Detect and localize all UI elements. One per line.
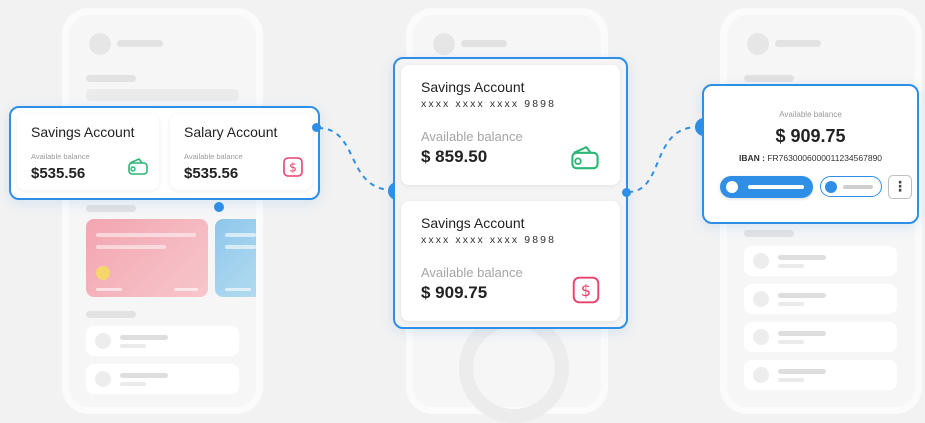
masked-card-number: xxxx xxxx xxxx 9898 — [421, 234, 557, 246]
account-title: Savings Account — [421, 79, 525, 95]
account-card-savings-1[interactable]: Savings Account xxxx xxxx xxxx 9898 Avai… — [401, 65, 620, 185]
account-card-salary[interactable]: Salary Account Available balance $535.56… — [170, 114, 312, 190]
available-balance-label: Available balance — [421, 129, 523, 144]
dollar-icon: $ — [282, 156, 304, 183]
available-balance-label: Available balance — [184, 152, 243, 161]
account-detail-panel: Available balance $ 909.75 IBAN : FR7630… — [702, 84, 919, 224]
wallet-icon — [569, 143, 601, 176]
more-vertical-icon[interactable]: ⋮ — [888, 175, 912, 199]
iban-value: FR7630006000011234567890 — [767, 153, 883, 163]
available-balance-label: Available balance — [31, 152, 90, 161]
account-card-savings[interactable]: Savings Account Available balance $535.5… — [17, 114, 159, 190]
iban-line: IBAN : FR7630006000011234567890 — [704, 153, 917, 163]
masked-card-number: xxxx xxxx xxxx 9898 — [421, 98, 557, 110]
account-title: Salary Account — [184, 124, 278, 140]
balance-amount: $535.56 — [31, 165, 86, 182]
available-balance-label: Available balance — [779, 110, 842, 119]
account-toggle-active[interactable] — [720, 176, 813, 198]
wallet-icon — [127, 156, 149, 181]
connector-start-dot — [622, 188, 631, 197]
account-toggle-inactive[interactable] — [820, 176, 882, 197]
accounts-list-panel: Savings Account xxxx xxxx xxxx 9898 Avai… — [393, 57, 628, 329]
connector-left-to-middle — [317, 127, 394, 191]
balance-amount: $535.56 — [184, 165, 239, 182]
connector-middle-to-right — [627, 126, 699, 193]
accounts-carousel-panel: Savings Account Available balance $535.5… — [9, 106, 320, 200]
account-title: Savings Account — [31, 124, 135, 140]
balance-amount: $ 909.75 — [421, 283, 488, 302]
balance-amount: $ 859.50 — [421, 147, 488, 166]
account-card-savings-2[interactable]: Savings Account xxxx xxxx xxxx 9898 Avai… — [401, 201, 620, 321]
dollar-icon: $ — [571, 275, 601, 310]
balance-amount: $ 909.75 — [775, 126, 846, 146]
available-balance-label: Available balance — [421, 265, 523, 280]
connector-start-dot — [312, 123, 321, 132]
svg-text:$: $ — [289, 161, 297, 175]
account-title: Savings Account — [421, 215, 525, 231]
svg-text:$: $ — [581, 281, 591, 300]
iban-label: IBAN : — [738, 153, 765, 163]
